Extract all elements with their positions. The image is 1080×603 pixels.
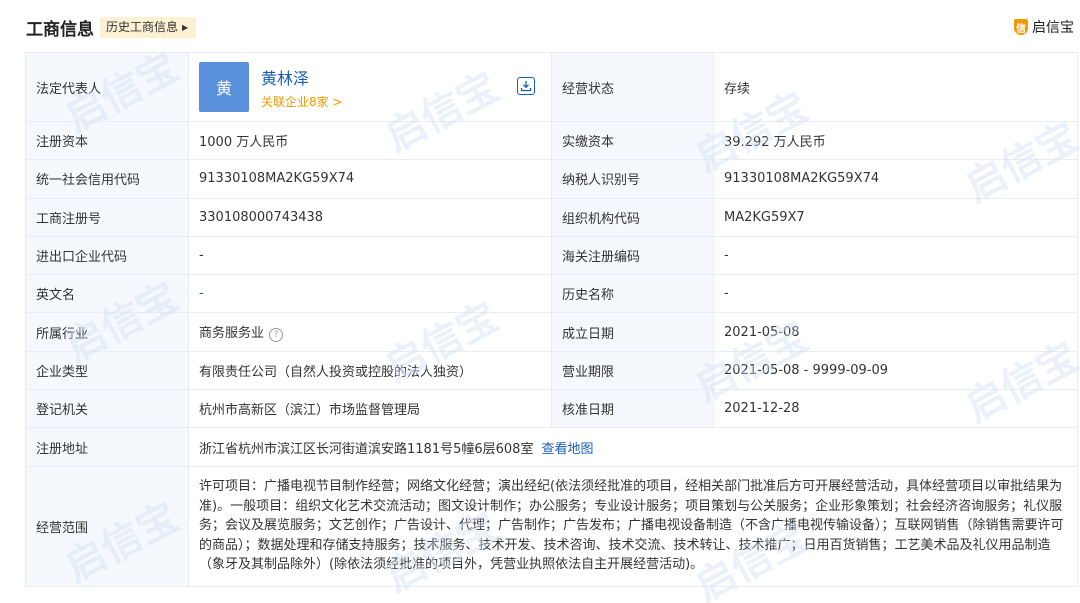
legal-rep-cell: 黄 黄林泽 关联企业8家 > [188,52,552,122]
customs-value: - [713,235,1078,276]
english-name-value: - [188,274,552,314]
credit-code-value: 91330108MA2KG59X74 [188,159,552,199]
authority-label: 登记机关 [25,389,189,429]
term-value: 2021-05-08 - 9999-09-09 [713,350,1078,391]
credit-code-label: 统一社会信用代码 [25,159,189,199]
avatar: 黄 [199,62,249,112]
scope-value: 许可项目：广播电视节目制作经营；网络文化经营；演出经纪(依法须经批准的项目，经相… [188,465,1078,587]
table-row: 统一社会信用代码 91330108MA2KG59X74 纳税人识别号 91330… [25,159,1078,199]
table-row: 所属行业 商务服务业? 成立日期 2021-05-08 [25,312,1078,352]
table-row: 登记机关 杭州市高新区（滨江）市场监督管理局 核准日期 2021-12-28 [25,389,1078,429]
status-value: 存续 [713,52,1078,122]
english-name-label: 英文名 [25,274,189,314]
history-name-value: - [713,274,1078,314]
authority-value: 杭州市高新区（滨江）市场监督管理局 [188,389,552,429]
caret-right-icon: ▶ [182,23,189,32]
import-export-label: 进出口企业代码 [25,235,189,276]
table-row: 工商注册号 330108000743438 组织机构代码 MA2KG59X7 [25,197,1078,237]
address-cell: 浙江省杭州市滨江区长河街道滨安路1181号5幢6层608室 查看地图 [188,427,1078,467]
table-row: 英文名 - 历史名称 - [25,274,1078,314]
table-row: 注册地址 浙江省杭州市滨江区长河街道滨安路1181号5幢6层608室 查看地图 [25,427,1078,467]
industry-label: 所属行业 [25,312,189,352]
customs-label: 海关注册编码 [551,235,714,276]
download-icon[interactable] [517,77,535,95]
paid-capital-value: 39.292 万人民币 [713,120,1078,161]
status-label: 经营状态 [551,52,714,122]
table-row: 法定代表人 黄 黄林泽 关联企业8家 > 经营状态 存续 [25,52,1078,122]
paid-capital-label: 实缴资本 [551,120,714,161]
company-type-value: 有限责任公司（自然人投资或控股的法人独资） [188,350,552,391]
import-export-value: - [188,235,552,276]
history-info-label: 历史工商信息 [106,20,179,34]
org-code-value: MA2KG59X7 [713,197,1078,237]
address-value: 浙江省杭州市滨江区长河街道滨安路1181号5幢6层608室 [199,441,534,457]
scope-label: 经营范围 [25,465,189,587]
reg-no-label: 工商注册号 [25,197,189,237]
tax-id-value: 91330108MA2KG59X74 [713,159,1078,199]
brand-logo: 信 启信宝 [1014,16,1074,38]
address-label: 注册地址 [25,427,189,467]
legal-rep-label: 法定代表人 [25,52,189,122]
history-name-label: 历史名称 [551,274,714,314]
reg-capital-value: 1000 万人民币 [188,120,552,161]
approval-label: 核准日期 [551,389,714,429]
table-row: 注册资本 1000 万人民币 实缴资本 39.292 万人民币 [25,120,1078,161]
industry-value: 商务服务业 [199,326,265,342]
reg-capital-label: 注册资本 [25,120,189,161]
history-info-button[interactable]: 历史工商信息 ▶ [100,17,197,38]
founded-label: 成立日期 [551,312,714,352]
view-map-link[interactable]: 查看地图 [541,442,593,457]
brand-name: 启信宝 [1032,20,1074,36]
download-icon-svg [520,81,532,92]
shield-logo-icon: 信 [1014,19,1028,35]
approval-value: 2021-12-28 [713,389,1078,429]
table-row: 进出口企业代码 - 海关注册编码 - [25,235,1078,276]
company-type-label: 企业类型 [25,350,189,391]
table-row: 企业类型 有限责任公司（自然人投资或控股的法人独资） 营业期限 2021-05-… [25,350,1078,391]
legal-rep-name-link[interactable]: 黄林泽 [261,65,309,89]
table-row: 经营范围 许可项目：广播电视节目制作经营；网络文化经营；演出经纪(依法须经批准的… [25,465,1078,587]
org-code-label: 组织机构代码 [551,197,714,237]
section-title: 工商信息 [26,20,94,40]
business-info-table: 法定代表人 黄 黄林泽 关联企业8家 > 经营状态 存续 注册资本 1000 万… [25,52,1078,587]
english-name-link[interactable]: - [199,286,204,301]
industry-cell: 商务服务业? [188,312,552,352]
section-header: 工商信息 历史工商信息 ▶ 信 启信宝 [0,0,1080,52]
reg-no-value: 330108000743438 [188,197,552,237]
tax-id-label: 纳税人识别号 [551,159,714,199]
related-companies-link[interactable]: 关联企业8家 > [261,93,343,110]
term-label: 营业期限 [551,350,714,391]
founded-value: 2021-05-08 [713,312,1078,352]
help-icon[interactable]: ? [269,328,284,343]
